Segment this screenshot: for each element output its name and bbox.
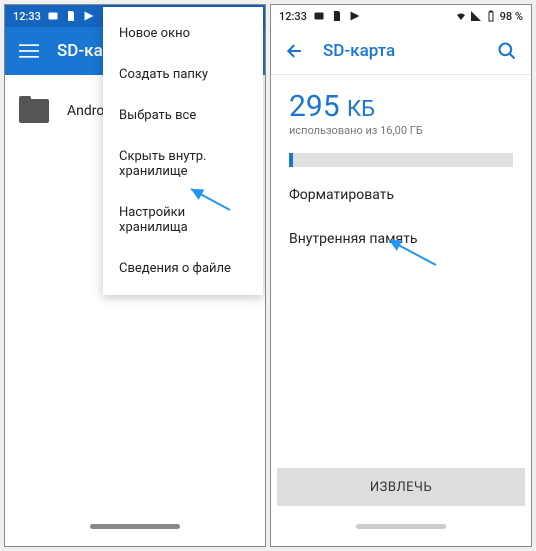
nav-pill-icon[interactable]	[356, 524, 446, 529]
menu-item-create-folder[interactable]: Создать папку	[103, 54, 263, 95]
menu-item-storage-settings[interactable]: Настройки хранилища	[103, 192, 263, 248]
content: 295 КБ использовано из 16,00 ГБ Форматир…	[271, 75, 531, 508]
app-bar: SD-карта	[271, 27, 531, 75]
play-icon	[83, 10, 95, 22]
nav-bar	[5, 506, 265, 546]
clock-text: 12:33	[13, 10, 41, 23]
menu-item-hide-internal[interactable]: Скрыть внутр. хранилище	[103, 136, 263, 192]
eject-label: ИЗВЛЕЧЬ	[370, 480, 432, 495]
status-bar: 12:33 98 %	[271, 5, 531, 27]
wifi-icon	[455, 10, 467, 22]
file-icon	[331, 10, 343, 22]
storage-value-text: 295	[289, 89, 340, 124]
internal-memory-button[interactable]: Внутренняя память	[271, 217, 531, 261]
menu-item-file-info[interactable]: Сведения о файле	[103, 248, 263, 289]
nav-pill-icon[interactable]	[90, 524, 180, 529]
clock-text: 12:33	[279, 10, 307, 23]
format-button[interactable]: Форматировать	[271, 173, 531, 217]
image-icon	[47, 10, 59, 22]
file-icon	[65, 10, 77, 22]
image-icon	[313, 10, 325, 22]
menu-button[interactable]	[17, 39, 41, 63]
back-button[interactable]	[283, 39, 307, 63]
signal-x-icon	[470, 10, 482, 22]
battery-icon	[485, 10, 497, 22]
menu-item-select-all[interactable]: Выбрать все	[103, 95, 263, 136]
menu-item-new-window[interactable]: Новое окно	[103, 13, 263, 54]
folder-icon	[19, 99, 49, 123]
search-button[interactable]	[495, 39, 519, 63]
overflow-menu: Новое окно Создать папку Выбрать все Скр…	[103, 7, 263, 295]
app-title: SD-карта	[323, 41, 395, 61]
phone-right: 12:33 98 % SD-карта	[270, 4, 532, 547]
eject-button[interactable]: ИЗВЛЕЧЬ	[277, 468, 525, 506]
storage-subtext: использовано из 16,00 ГБ	[289, 124, 513, 137]
play-icon	[349, 10, 361, 22]
nav-bar	[271, 506, 531, 546]
storage-used-value: 295 КБ	[289, 89, 375, 124]
phone-left: 12:33 98 % SD-карта Android	[4, 4, 266, 547]
storage-progress	[271, 143, 531, 173]
battery-text: 98 %	[500, 10, 523, 23]
storage-unit-text: КБ	[347, 97, 375, 122]
